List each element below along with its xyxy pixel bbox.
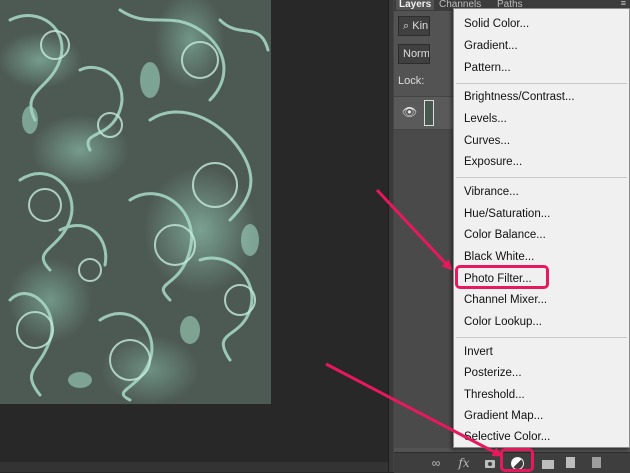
lace-pattern: [8, 8, 270, 402]
search-icon: ⌕: [403, 20, 410, 32]
photo-filter-highlight: [455, 265, 549, 289]
add-mask-icon[interactable]: [482, 456, 498, 470]
menu-separator: [456, 83, 627, 84]
menu-item-hue-saturation[interactable]: Hue/Saturation...: [464, 204, 550, 224]
adjustment-layer-menu: Solid Color... Gradient... Pattern... Br…: [453, 8, 630, 448]
menu-item-channel-mixer[interactable]: Channel Mixer...: [464, 290, 547, 310]
menu-item-threshold[interactable]: Threshold...: [464, 385, 525, 405]
menu-separator: [456, 337, 627, 338]
menu-item-color-balance[interactable]: Color Balance...: [464, 225, 546, 245]
menu-item-solid-color[interactable]: Solid Color...: [464, 14, 529, 34]
menu-item-exposure[interactable]: Exposure...: [464, 152, 522, 172]
panel-menu-icon[interactable]: ≡: [621, 0, 626, 8]
menu-item-selective-color[interactable]: Selective Color...: [464, 427, 550, 447]
new-layer-icon[interactable]: [562, 456, 578, 470]
layer-thumbnail[interactable]: [424, 100, 434, 126]
menu-item-curves[interactable]: Curves...: [464, 131, 510, 151]
menu-item-levels[interactable]: Levels...: [464, 109, 507, 129]
lace-photo: [0, 0, 271, 404]
adjustment-button-highlight: [500, 448, 534, 472]
menu-item-color-lookup[interactable]: Color Lookup...: [464, 312, 542, 332]
fx-icon[interactable]: fx: [456, 456, 472, 470]
menu-separator: [456, 177, 627, 178]
menu-item-pattern[interactable]: Pattern...: [464, 58, 511, 78]
menu-item-vibrance[interactable]: Vibrance...: [464, 182, 519, 202]
layer-filter-select[interactable]: ⌕ Kin: [398, 16, 430, 36]
tab-layers[interactable]: Layers: [396, 0, 435, 10]
menu-item-posterize[interactable]: Posterize...: [464, 363, 522, 383]
link-icon[interactable]: ∞: [428, 456, 444, 470]
menu-item-brightness-contrast[interactable]: Brightness/Contrast...: [464, 87, 575, 107]
menu-item-black-white[interactable]: Black White...: [464, 247, 534, 267]
canvas-horizontal-scrollbar[interactable]: [0, 462, 388, 472]
menu-item-invert[interactable]: Invert: [464, 342, 493, 362]
document-canvas-area[interactable]: [0, 0, 388, 472]
trash-icon[interactable]: [588, 456, 604, 470]
blend-mode-select[interactable]: Norm: [398, 44, 430, 64]
lock-label: Lock:: [398, 75, 425, 87]
menu-item-gradient-map[interactable]: Gradient Map...: [464, 406, 543, 426]
group-folder-icon[interactable]: [540, 456, 556, 470]
blend-mode-value: Norm: [403, 48, 430, 60]
menu-item-gradient[interactable]: Gradient...: [464, 36, 518, 56]
filter-kind-label: Kin: [412, 20, 429, 32]
eye-visibility-icon[interactable]: 👁: [402, 105, 417, 119]
